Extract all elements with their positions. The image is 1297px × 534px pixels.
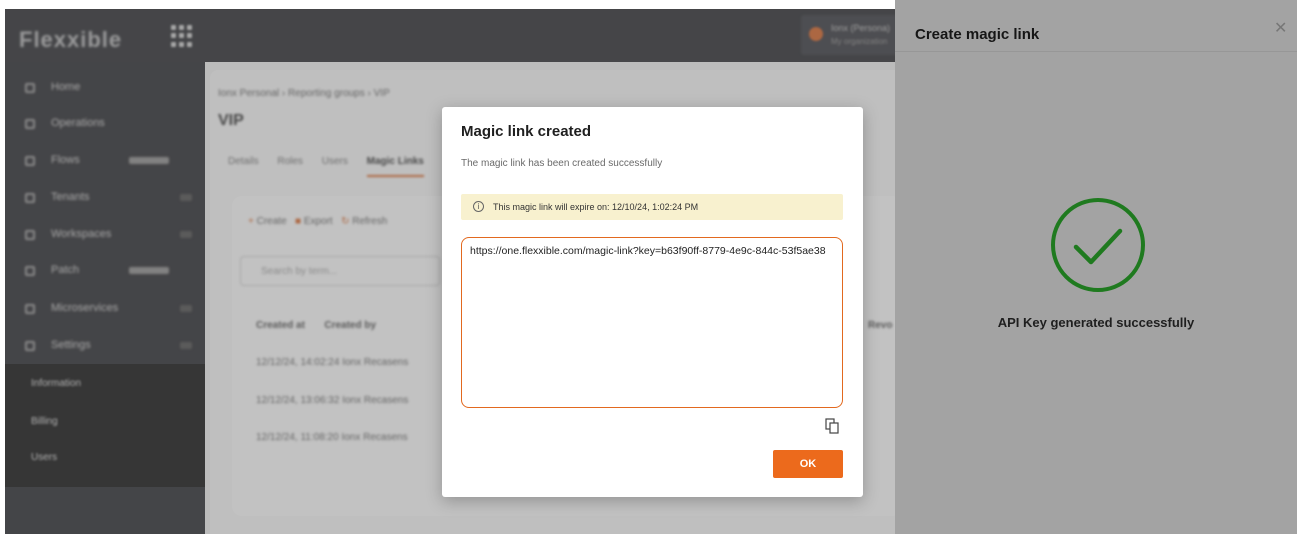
expiry-notice: i This magic link will expire on: 12/10/…: [461, 194, 843, 220]
info-icon: i: [473, 201, 484, 212]
expiry-text: This magic link will expire on: 12/10/24…: [493, 202, 699, 212]
copy-icon[interactable]: [825, 418, 839, 434]
success-check-icon: [1048, 195, 1148, 295]
close-icon[interactable]: ✕: [1274, 21, 1287, 37]
magic-link-field[interactable]: https://one.flexxible.com/magic-link?key…: [461, 237, 843, 408]
dialog-title: Magic link created: [461, 123, 592, 140]
success-message: API Key generated successfully: [997, 315, 1195, 330]
magic-link-dialog: Magic link created The magic link has be…: [442, 107, 863, 497]
ok-button[interactable]: OK: [773, 450, 843, 478]
dialog-subtitle: The magic link has been created successf…: [461, 158, 663, 169]
panel-title: Create magic link: [915, 26, 1040, 43]
